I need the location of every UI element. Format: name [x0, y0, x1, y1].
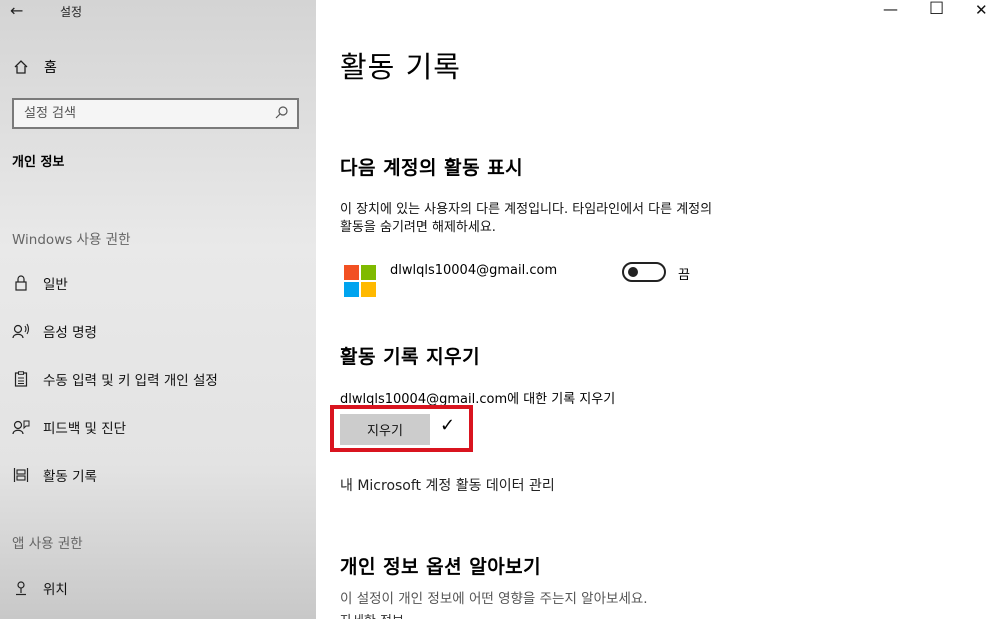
- toggle-state-label: 끔: [678, 268, 690, 283]
- show-activities-heading: 다음 계정의 활동 표시: [340, 157, 524, 179]
- sidebar-item-label: 활동 기록: [43, 469, 97, 485]
- account-activity-toggle[interactable]: [622, 262, 666, 282]
- sidebar: ← 설정 홈 개인 정보 Windows 사용 권한 일반 음성 명령 수동 입…: [0, 0, 316, 619]
- app-permissions-group: 앱 사용 권한: [12, 536, 83, 552]
- sidebar-item-label: 수동 입력 및 키 입력 개인 설정: [43, 373, 218, 389]
- minimize-button[interactable]: —: [883, 0, 898, 18]
- windows-permissions-group: Windows 사용 권한: [12, 232, 131, 248]
- sidebar-item-general[interactable]: 일반: [12, 273, 68, 293]
- sidebar-item-location[interactable]: 위치: [12, 578, 68, 598]
- privacy-options-description: 이 설정이 개인 정보에 어떤 영향을 주는지 알아보세요.: [340, 591, 648, 607]
- account-email: dlwlqls10004@gmail.com: [390, 263, 558, 278]
- more-info-link[interactable]: 자세한 정보: [340, 610, 404, 619]
- app-title: 설정: [60, 5, 83, 19]
- search-icon[interactable]: [275, 104, 289, 123]
- microsoft-logo-icon: [344, 265, 376, 297]
- description-line: 이 장치에 있는 사용자의 다른 계정입니다. 타임라인에서 다른 계정의: [340, 202, 713, 217]
- sidebar-item-label: 위치: [43, 582, 68, 598]
- home-nav-item[interactable]: 홈: [12, 57, 57, 77]
- maximize-button[interactable]: ☐: [929, 0, 944, 19]
- section-heading: 개인 정보: [12, 155, 65, 170]
- checkmark-icon: ✓: [440, 415, 456, 436]
- sidebar-item-inking-typing[interactable]: 수동 입력 및 키 입력 개인 설정: [12, 369, 218, 389]
- settings-search-box[interactable]: [12, 98, 299, 129]
- sidebar-item-label: 음성 명령: [43, 325, 97, 341]
- account-row: dlwlqls10004@gmail.com 끔: [340, 262, 740, 302]
- location-icon: [12, 580, 30, 596]
- manage-ms-account-link[interactable]: 내 Microsoft 계정 활동 데이터 관리: [340, 475, 555, 495]
- timeline-icon: [12, 467, 30, 483]
- sidebar-item-label: 일반: [43, 277, 68, 293]
- back-arrow-icon[interactable]: ←: [10, 1, 23, 20]
- speech-icon: [12, 323, 30, 339]
- close-button[interactable]: ✕: [975, 1, 988, 19]
- page-title: 활동 기록: [340, 50, 461, 84]
- clear-button[interactable]: 지우기: [340, 414, 430, 445]
- search-input[interactable]: [24, 106, 264, 121]
- clear-history-heading: 활동 기록 지우기: [340, 346, 481, 368]
- privacy-options-heading: 개인 정보 옵션 알아보기: [340, 556, 542, 578]
- sidebar-item-speech[interactable]: 음성 명령: [12, 321, 97, 341]
- feedback-icon: [12, 419, 30, 435]
- home-icon: [12, 59, 30, 75]
- sidebar-item-activity-history[interactable]: 활동 기록: [12, 465, 97, 485]
- description-line: 활동을 숨기려면 해제하세요.: [340, 220, 496, 235]
- home-label: 홈: [44, 60, 57, 76]
- show-activities-description: 이 장치에 있는 사용자의 다른 계정입니다. 타임라인에서 다른 계정의 활동…: [340, 201, 790, 237]
- clipboard-icon: [12, 371, 30, 387]
- sidebar-item-feedback[interactable]: 피드백 및 진단: [12, 417, 126, 437]
- lock-icon: [12, 275, 30, 291]
- toggle-knob: [628, 267, 638, 277]
- sidebar-item-label: 피드백 및 진단: [43, 421, 127, 437]
